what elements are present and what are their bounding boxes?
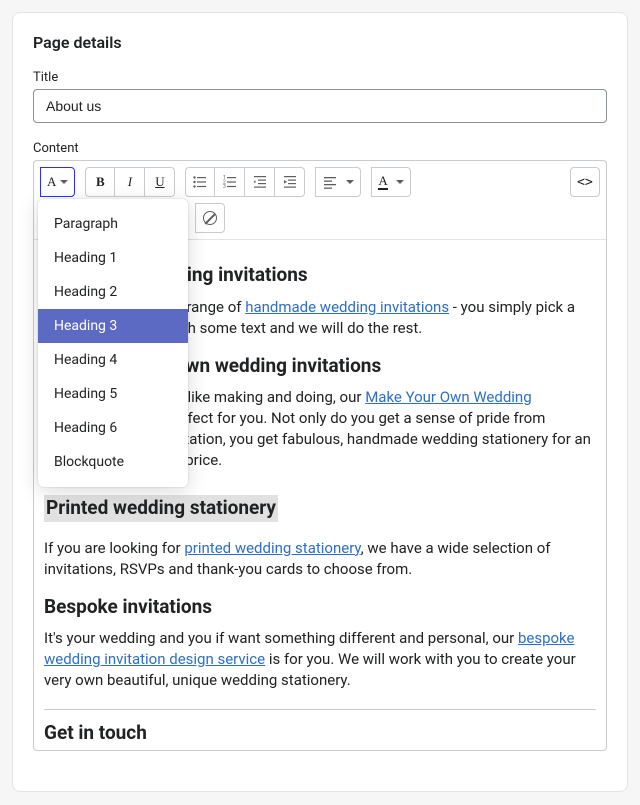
format-option-heading-3[interactable]: Heading 3 bbox=[38, 309, 188, 343]
title-input[interactable] bbox=[33, 89, 607, 123]
format-option-paragraph[interactable]: Paragraph bbox=[38, 207, 188, 241]
outdent-button[interactable] bbox=[245, 167, 275, 197]
text-color-icon: A bbox=[378, 174, 387, 190]
title-label: Title bbox=[33, 70, 607, 85]
heading: Bespoke invitations bbox=[44, 594, 596, 621]
divider bbox=[44, 709, 596, 710]
page-details-card: Page details Title Content A B I U bbox=[12, 12, 628, 792]
text-color-button[interactable]: A bbox=[371, 167, 410, 197]
bullet-list-button[interactable] bbox=[185, 167, 215, 197]
underline-icon: U bbox=[155, 174, 164, 190]
indent-icon bbox=[282, 174, 298, 190]
paragraph: It's your wedding and you if want someth… bbox=[44, 628, 596, 691]
format-letter-icon: A bbox=[47, 174, 56, 190]
link-printed[interactable]: printed wedding stationery bbox=[184, 539, 360, 557]
page-title: Page details bbox=[33, 33, 607, 52]
format-option-heading-4[interactable]: Heading 4 bbox=[38, 343, 188, 377]
outdent-icon bbox=[252, 174, 268, 190]
heading: Get in touch bbox=[44, 720, 596, 747]
format-option-heading-2[interactable]: Heading 2 bbox=[38, 275, 188, 309]
italic-button[interactable]: I bbox=[115, 167, 145, 197]
link-handmade[interactable]: handmade wedding invitations bbox=[245, 298, 449, 316]
bullet-list-icon bbox=[192, 174, 208, 190]
underline-button[interactable]: U bbox=[145, 167, 175, 197]
align-dropdown-button[interactable] bbox=[315, 167, 361, 197]
caret-down-icon bbox=[346, 180, 354, 184]
content-label: Content bbox=[33, 141, 607, 156]
indent-button[interactable] bbox=[275, 167, 305, 197]
ordered-list-button[interactable]: 123 bbox=[215, 167, 245, 197]
bold-icon: B bbox=[96, 174, 105, 190]
format-option-blockquote[interactable]: Blockquote bbox=[38, 445, 188, 479]
format-option-heading-5[interactable]: Heading 5 bbox=[38, 377, 188, 411]
ordered-list-icon: 123 bbox=[222, 174, 238, 190]
heading-selected: Printed wedding stationery bbox=[44, 495, 278, 522]
content-editor: A B I U 123 bbox=[33, 160, 607, 751]
align-left-icon bbox=[322, 174, 338, 190]
clear-format-button[interactable] bbox=[195, 203, 225, 233]
svg-text:3: 3 bbox=[223, 184, 226, 190]
code-view-button[interactable]: <> bbox=[570, 167, 600, 197]
format-option-heading-6[interactable]: Heading 6 bbox=[38, 411, 188, 445]
prohibit-icon bbox=[203, 211, 217, 225]
editor-toolbar: A B I U 123 bbox=[34, 161, 606, 240]
format-dropdown-menu: Paragraph Heading 1 Heading 2 Heading 3 … bbox=[38, 199, 188, 487]
paragraph: If you are looking for printed wedding s… bbox=[44, 538, 596, 580]
caret-down-icon bbox=[60, 180, 68, 184]
format-option-heading-1[interactable]: Heading 1 bbox=[38, 241, 188, 275]
code-icon: <> bbox=[577, 175, 593, 190]
italic-icon: I bbox=[128, 174, 132, 190]
format-dropdown-button[interactable]: A bbox=[40, 167, 75, 197]
toolbar-row-1: A B I U 123 bbox=[40, 167, 600, 197]
bold-button[interactable]: B bbox=[85, 167, 115, 197]
caret-down-icon bbox=[396, 180, 404, 184]
